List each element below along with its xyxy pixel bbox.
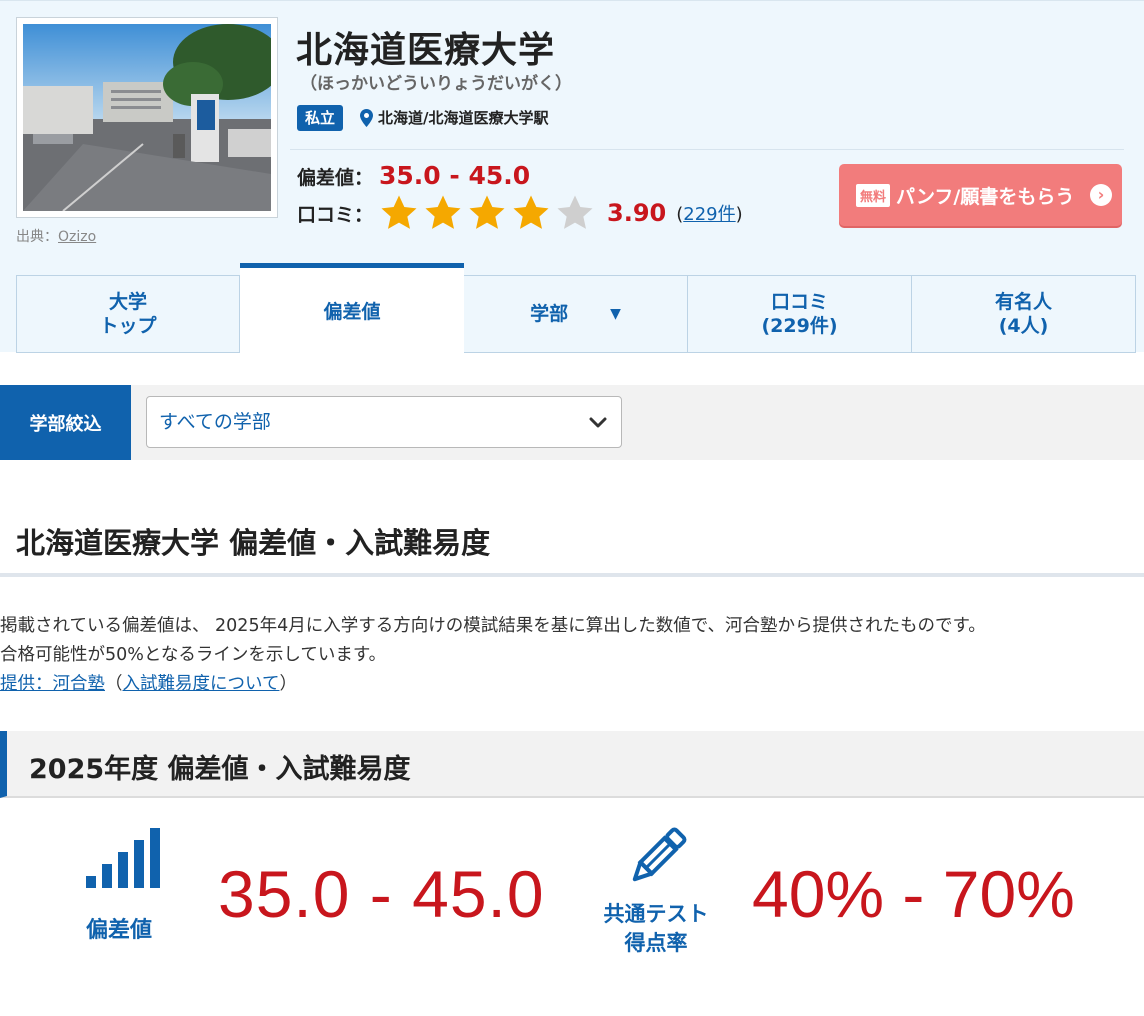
section-divider xyxy=(0,573,1144,577)
star-icon xyxy=(469,195,505,229)
header-divider xyxy=(290,149,1124,150)
tab-deviation[interactable]: 偏差値 xyxy=(240,263,464,355)
desc-line-1: 掲載されている偏差値は、 2025年4月に入学する方向けの模試結果を基に算出した… xyxy=(0,616,986,636)
pamphlet-label: パンフ/願書をもらう xyxy=(896,185,1075,208)
location: 北海道/北海道医療大学駅 xyxy=(360,107,548,128)
location-text: 北海道/北海道医療大学駅 xyxy=(378,109,549,127)
tab-reviews[interactable]: 口コミ (229件) xyxy=(688,275,912,353)
university-tabs: 大学 トップ 偏差値 学部 ▼ 口コミ (229件) 有名人 (4人) xyxy=(16,263,1137,355)
faculty-filter-label: 学部絞込 xyxy=(0,385,131,460)
photo-credit-link[interactable]: Ozizo xyxy=(58,229,96,245)
free-tag: 無料 xyxy=(856,183,891,207)
tab-faculty[interactable]: 学部 ▼ xyxy=(464,275,688,353)
rating-value: 3.90 xyxy=(607,199,667,227)
section-description: 掲載されている偏差値は、 2025年4月に入学する方向けの模試結果を基に算出した… xyxy=(0,612,986,699)
chevron-down-icon xyxy=(589,417,607,428)
provider-link[interactable]: 提供：河合塾 xyxy=(0,674,105,694)
triangle-down-icon: ▼ xyxy=(610,306,621,322)
university-name: 北海道医療大学 xyxy=(296,30,556,71)
review-summary: 口コミ： 3.90 (229件) xyxy=(297,193,743,233)
star-icon xyxy=(381,195,417,229)
bar-chart-icon xyxy=(86,828,160,888)
year-section-title: 2025年度 偏差値・入試難易度 xyxy=(29,754,411,785)
deviation-label: 偏差値： xyxy=(297,167,374,189)
pencil-icon xyxy=(632,827,687,882)
star-icon xyxy=(513,195,549,229)
campus-photo-frame xyxy=(16,17,278,218)
year-section-header: 2025年度 偏差値・入試難易度 xyxy=(0,731,1144,798)
review-count: (229件) xyxy=(676,204,743,225)
rating-stars xyxy=(379,193,595,233)
desc-links: 提供：河合塾（入試難易度について） xyxy=(0,674,297,694)
university-kana: （ほっかいどういりょうだいがく） xyxy=(300,74,572,94)
review-label: 口コミ： xyxy=(297,203,374,226)
score-rate-value: 40% - 70% xyxy=(752,857,1075,931)
type-badge: 私立 xyxy=(297,105,344,131)
deviation-stat-label: 偏差値 xyxy=(86,918,153,943)
deviation-value: 35.0 - 45.0 xyxy=(379,161,531,190)
deviation-summary: 偏差値： 35.0 - 45.0 xyxy=(297,161,530,190)
chevron-right-icon: › xyxy=(1090,184,1112,206)
university-header: 出典：Ozizo 北海道医療大学 （ほっかいどういりょうだいがく） 私立 北海道… xyxy=(0,0,1144,355)
faculty-select-value: すべての学部 xyxy=(159,411,271,433)
review-count-link[interactable]: 229件 xyxy=(683,204,735,225)
location-pin-icon xyxy=(360,108,373,127)
about-difficulty-link[interactable]: 入試難易度について xyxy=(123,674,280,694)
deviation-stat-value: 35.0 - 45.0 xyxy=(218,857,545,931)
tab-top[interactable]: 大学 トップ xyxy=(16,275,240,353)
photo-credit: 出典：Ozizo xyxy=(16,226,96,246)
desc-line-2: 合格可能性が50%となるラインを示しています。 xyxy=(0,645,387,665)
pamphlet-button[interactable]: 無料 パンフ/願書をもらう › xyxy=(839,164,1122,226)
section-title: 北海道医療大学 偏差値・入試難易度 xyxy=(16,526,491,560)
faculty-filter-bar: 学部絞込 すべての学部 xyxy=(0,385,1144,460)
faculty-select[interactable]: すべての学部 xyxy=(146,396,622,448)
star-empty-icon xyxy=(557,195,593,229)
campus-photo xyxy=(23,24,271,211)
photo-credit-prefix: 出典： xyxy=(16,229,58,245)
star-icon xyxy=(425,195,461,229)
score-rate-label: 共通テスト 得点率 xyxy=(603,902,709,955)
tab-famous[interactable]: 有名人 (4人) xyxy=(912,275,1136,353)
